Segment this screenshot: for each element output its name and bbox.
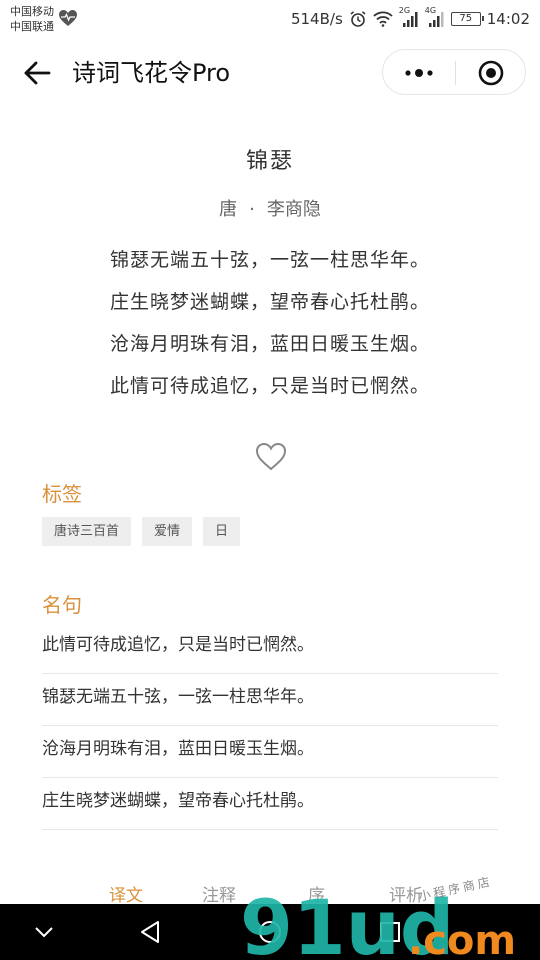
favorite-button[interactable] xyxy=(254,440,288,474)
quote-item[interactable]: 庄生晓梦迷蝴蝶，望帝春心托杜鹃。 xyxy=(42,778,498,830)
battery-icon: 75 xyxy=(450,12,484,26)
alarm-icon xyxy=(350,11,366,27)
clock: 14:02 xyxy=(486,10,530,28)
poem-line: 沧海月明珠有泪，蓝田日暖玉生烟。 xyxy=(109,333,430,355)
poem-meta: 唐 · 李商隐 xyxy=(0,195,540,221)
status-indicators: 514B/s 2G 4G 75 14:02 xyxy=(290,6,530,30)
quotes-heading: 名句 xyxy=(42,593,82,617)
status-bar: 中国移动 中国联通 514B/s 2G 4G 75 14:02 xyxy=(0,0,540,38)
signal-4g: 4G xyxy=(425,6,445,28)
carrier-1: 中国移动 xyxy=(10,5,54,18)
more-button[interactable] xyxy=(383,50,455,96)
poem-title: 锦瑟 xyxy=(245,149,294,174)
watermark-suffix-text: .com xyxy=(408,918,516,960)
page-title: 诗词飞花令Pro xyxy=(72,59,231,87)
poem-line: 庄生晓梦迷蝴蝶，望帝春心托杜鹃。 xyxy=(109,291,430,313)
nav-hide-button[interactable] xyxy=(28,916,60,948)
site-watermark-logo: 91ud .com xyxy=(240,888,516,960)
nav-back-button[interactable] xyxy=(134,916,166,948)
tag-chip[interactable]: 日 xyxy=(203,517,241,546)
chevron-down-icon xyxy=(35,927,53,938)
quote-item[interactable]: 锦瑟无端五十弦，一弦一柱思华年。 xyxy=(42,674,498,726)
quote-item[interactable]: 沧海月明珠有泪，蓝田日暖玉生烟。 xyxy=(42,726,498,778)
more-dots-icon xyxy=(405,69,433,77)
heart-outline-icon xyxy=(255,442,287,471)
carrier-info: 中国移动 中国联通 xyxy=(10,4,54,34)
poem-line: 锦瑟无端五十弦，一弦一柱思华年。 xyxy=(109,249,430,271)
tag-chip[interactable]: 爱情 xyxy=(142,517,193,546)
poem-author[interactable]: 李商隐 xyxy=(267,199,321,220)
wifi-icon xyxy=(373,11,393,27)
poem-dynasty: 唐 xyxy=(219,199,238,220)
signal-bars-icon xyxy=(402,12,418,27)
meta-separator: · xyxy=(249,199,255,220)
tag-list: 唐诗三百首 爱情 日 xyxy=(42,517,241,546)
health-heart-icon xyxy=(59,10,77,26)
tags-heading: 标签 xyxy=(42,482,82,506)
triangle-back-icon xyxy=(141,921,159,943)
close-button[interactable] xyxy=(456,50,526,96)
carrier-2: 中国联通 xyxy=(10,20,54,33)
poem-body: 锦瑟无端五十弦，一弦一柱思华年。 庄生晓梦迷蝴蝶，望帝春心托杜鹃。 沧海月明珠有… xyxy=(0,245,540,413)
poem-line: 此情可待成追忆，只是当时已惘然。 xyxy=(109,375,430,397)
signal-bars-icon xyxy=(428,12,444,27)
tag-chip[interactable]: 唐诗三百首 xyxy=(42,517,132,546)
signal-2g: 2G xyxy=(399,6,419,28)
back-button[interactable] xyxy=(20,56,54,90)
mini-program-capsule xyxy=(382,49,526,95)
target-circle-icon xyxy=(478,60,504,86)
quote-list: 此情可待成追忆，只是当时已惘然。 锦瑟无端五十弦，一弦一柱思华年。 沧海月明珠有… xyxy=(42,622,498,830)
quote-item[interactable]: 此情可待成追忆，只是当时已惘然。 xyxy=(42,622,498,674)
network-speed: 514B/s xyxy=(290,10,343,28)
arrow-left-icon xyxy=(24,61,51,85)
app-header: 诗词飞花令Pro xyxy=(0,38,540,110)
